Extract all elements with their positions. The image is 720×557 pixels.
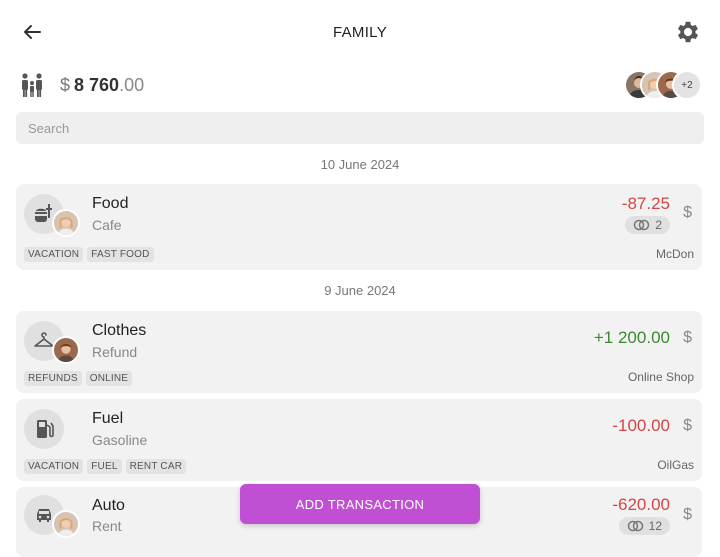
add-transaction-button[interactable]: ADD TRANSACTION [240, 484, 480, 524]
transaction-amount: -87.25 [622, 194, 670, 214]
balance-integer: 8 760 [74, 75, 120, 95]
tag[interactable]: REFUNDS [24, 371, 82, 386]
transaction-title: Food [92, 195, 129, 212]
tag[interactable]: VACATION [24, 459, 84, 474]
tag[interactable]: ONLINE [85, 371, 133, 386]
more-members-badge: +2 [672, 70, 702, 100]
amount-integer: -620. [612, 495, 652, 514]
split-count: 12 [648, 519, 662, 533]
avatar [52, 336, 80, 364]
date-header: 10 June 2024 [320, 157, 400, 172]
amount-decimal: 00 [651, 328, 670, 347]
family-members[interactable]: +2 [624, 70, 702, 100]
amount-decimal: 25 [651, 194, 670, 213]
transaction-card-fuel[interactable]: Fuel Gasoline -100.00 $ VACATION FUEL RE… [16, 399, 702, 481]
category-icon-wrap [24, 409, 64, 449]
merchant-name: McDon [655, 247, 694, 261]
split-icon [634, 219, 650, 231]
transaction-subtitle: Cafe [92, 217, 122, 233]
avatar [52, 209, 80, 237]
amount-integer: -87. [621, 194, 652, 213]
currency-sign: $ [683, 506, 692, 523]
split-icon [627, 520, 643, 532]
date-header: 9 June 2024 [324, 283, 396, 298]
split-count: 2 [655, 218, 662, 232]
search-input[interactable] [16, 112, 700, 144]
currency-sign: $ [683, 204, 692, 221]
family-balance-row: $8 760.00 +2 [20, 70, 704, 100]
search-bar [16, 112, 704, 144]
balance-amount: $8 760.00 [60, 75, 144, 96]
tag-list: VACATION FAST FOOD [24, 247, 154, 262]
merchant-name: Online Shop [627, 370, 694, 384]
amount-integer: -100. [612, 416, 652, 435]
transaction-title: Clothes [92, 322, 147, 339]
tag[interactable]: FAST FOOD [87, 247, 154, 262]
tag-list: REFUNDS ONLINE [24, 371, 133, 386]
family-icon [22, 73, 42, 97]
transaction-subtitle: Gasoline [92, 432, 148, 448]
tag[interactable]: VACATION [24, 247, 84, 262]
amount-decimal: 00 [651, 416, 670, 435]
amount-integer: +1 200. [593, 328, 652, 347]
amount-decimal: 00 [651, 495, 670, 514]
transaction-card-food[interactable]: Food Cafe -87.25 $ 2 VACATION FAST FOOD … [16, 184, 702, 270]
split-badge: 2 [625, 216, 670, 234]
transaction-amount: -620.00 [612, 495, 670, 515]
transaction-title: Fuel [92, 410, 124, 427]
settings-button[interactable] [674, 18, 702, 46]
merchant-name: OilGas [657, 458, 694, 472]
currency-sign: $ [683, 329, 692, 346]
avatar [52, 510, 80, 538]
app-header: FAMILY [0, 0, 720, 64]
transaction-title: Auto [92, 497, 125, 514]
transaction-subtitle: Refund [92, 344, 138, 360]
transaction-card-clothes[interactable]: Clothes Refund +1 200.00 $ REFUNDS ONLIN… [16, 311, 702, 393]
split-badge: 12 [618, 517, 670, 535]
transaction-subtitle: Rent [92, 518, 122, 534]
tag[interactable]: RENT CAR [125, 459, 187, 474]
balance-decimal: .00 [119, 75, 145, 95]
tag[interactable]: FUEL [87, 459, 122, 474]
gear-icon [677, 21, 699, 43]
page-title: FAMILY [332, 24, 388, 41]
fuel-icon [37, 420, 54, 438]
currency-sign: $ [683, 417, 692, 434]
transaction-amount: +1 200.00 [594, 328, 670, 348]
balance-currency: $ [60, 75, 71, 95]
tag-list: VACATION FUEL RENT CAR [24, 459, 187, 474]
transaction-amount: -100.00 [612, 416, 670, 436]
